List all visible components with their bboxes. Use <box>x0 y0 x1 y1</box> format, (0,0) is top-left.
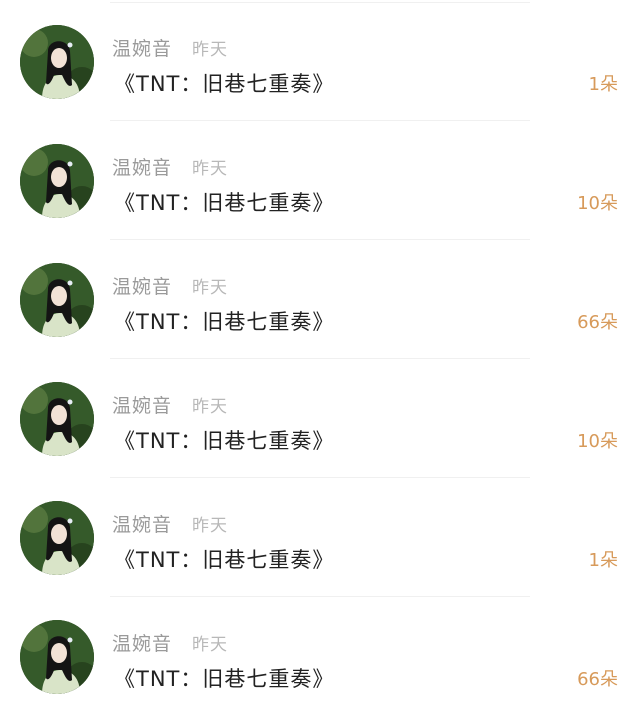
list-item[interactable]: 温婉音 昨天 《TNT：旧巷七重奏》 10朵 <box>0 359 640 478</box>
gift-title: 《TNT：旧巷七重奏》 <box>114 72 335 96</box>
gift-count: 1朵 <box>588 74 618 95</box>
avatar[interactable] <box>20 25 94 99</box>
list-item[interactable]: 温婉音 昨天 《TNT：旧巷七重奏》 1朵 <box>0 2 640 121</box>
gift-count: 10朵 <box>577 193 618 214</box>
avatar[interactable] <box>20 144 94 218</box>
user-name[interactable]: 温婉音 <box>112 510 172 537</box>
user-name[interactable]: 温婉音 <box>112 34 172 61</box>
timestamp: 昨天 <box>192 40 228 60</box>
list-item[interactable]: 温婉音 昨天 《TNT：旧巷七重奏》 66朵 <box>0 240 640 359</box>
gift-title: 《TNT：旧巷七重奏》 <box>114 667 335 691</box>
timestamp: 昨天 <box>192 159 228 179</box>
list-item[interactable]: 温婉音 昨天 《TNT：旧巷七重奏》 1朵 <box>0 478 640 597</box>
user-name[interactable]: 温婉音 <box>112 272 172 299</box>
timestamp: 昨天 <box>192 397 228 417</box>
timestamp: 昨天 <box>192 635 228 655</box>
user-name[interactable]: 温婉音 <box>112 629 172 656</box>
gift-count: 66朵 <box>577 312 618 333</box>
user-name[interactable]: 温婉音 <box>112 153 172 180</box>
avatar[interactable] <box>20 620 94 694</box>
timestamp: 昨天 <box>192 516 228 536</box>
user-name[interactable]: 温婉音 <box>112 391 172 418</box>
list-item[interactable]: 温婉音 昨天 《TNT：旧巷七重奏》 66朵 <box>0 597 640 716</box>
gift-count: 10朵 <box>577 431 618 452</box>
gift-count: 66朵 <box>577 669 618 690</box>
gift-title: 《TNT：旧巷七重奏》 <box>114 548 335 572</box>
gift-title: 《TNT：旧巷七重奏》 <box>114 191 335 215</box>
avatar[interactable] <box>20 501 94 575</box>
avatar[interactable] <box>20 382 94 456</box>
list-item[interactable]: 温婉音 昨天 《TNT：旧巷七重奏》 10朵 <box>0 121 640 240</box>
avatar[interactable] <box>20 263 94 337</box>
gift-count: 1朵 <box>588 550 618 571</box>
gift-title: 《TNT：旧巷七重奏》 <box>114 429 335 453</box>
gift-title: 《TNT：旧巷七重奏》 <box>114 310 335 334</box>
timestamp: 昨天 <box>192 278 228 298</box>
